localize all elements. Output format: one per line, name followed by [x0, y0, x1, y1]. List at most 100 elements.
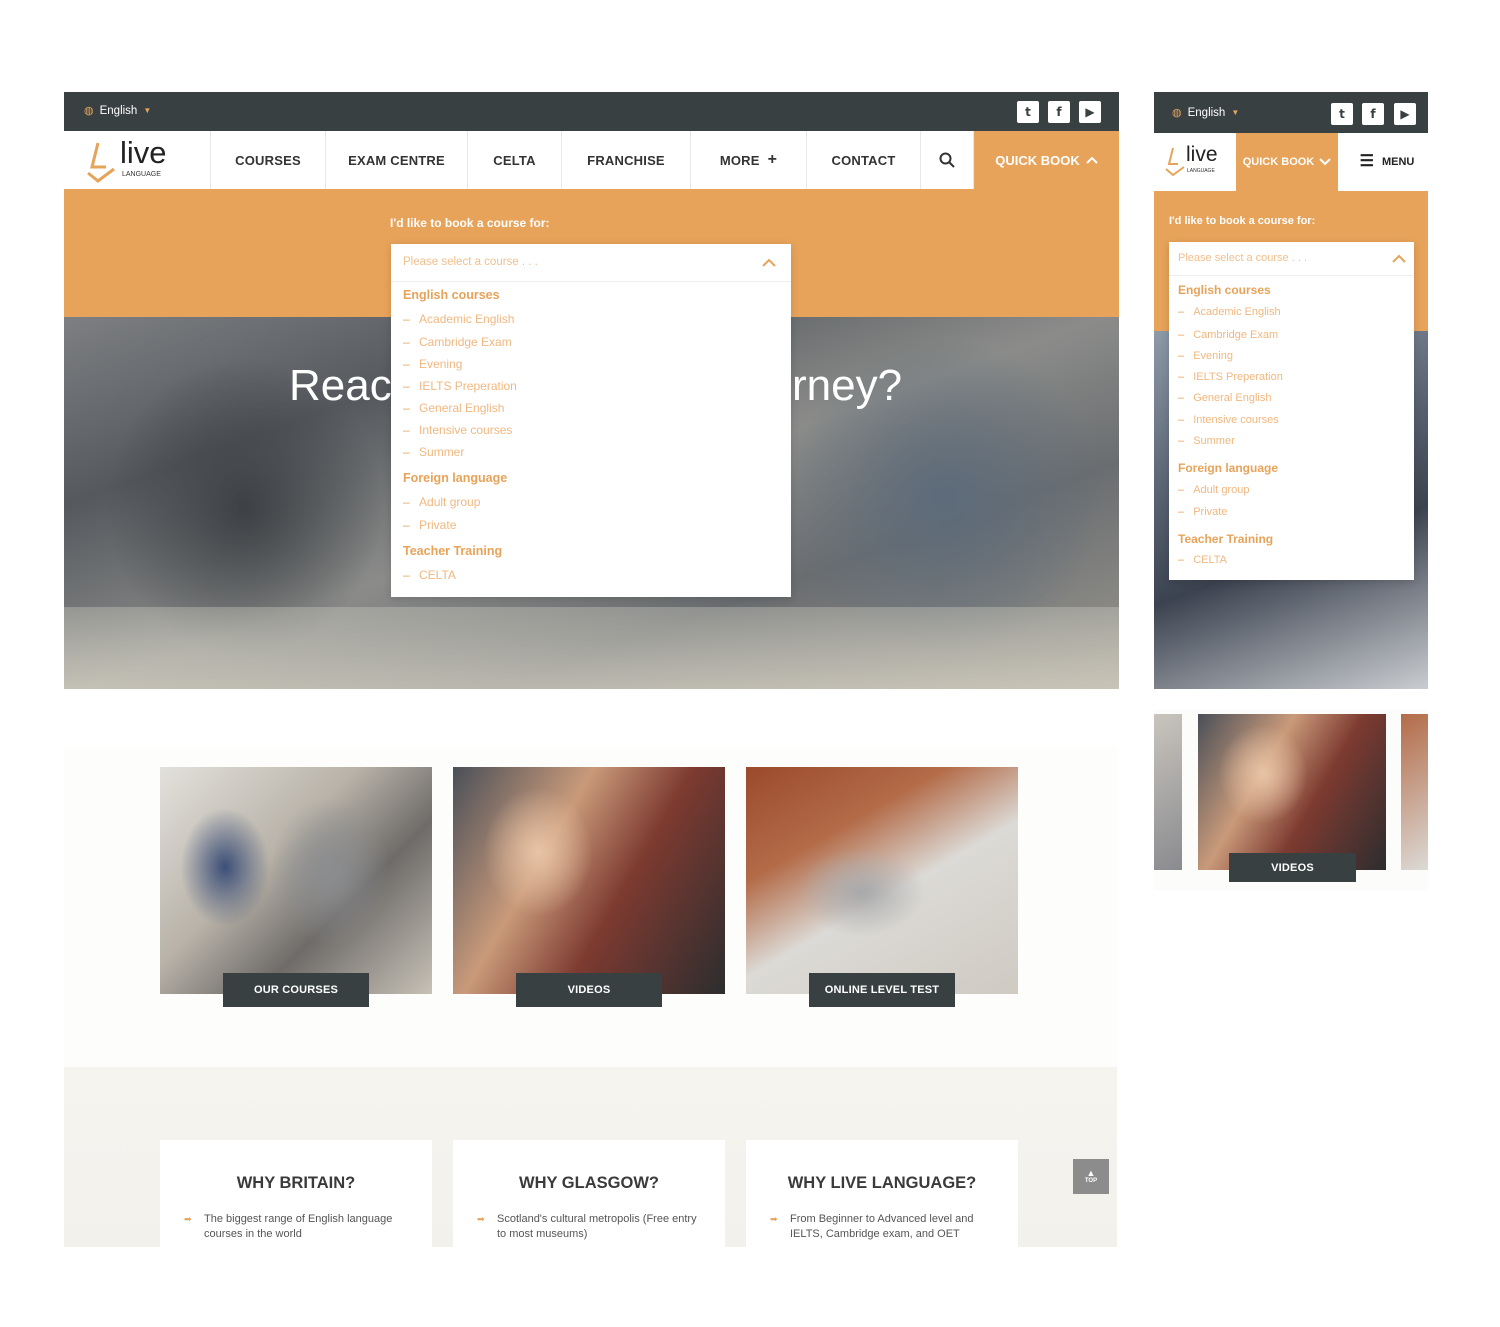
mobile-logo-word: live	[1186, 143, 1218, 166]
mobile-booking-prompt: I'd like to book a course for:	[1169, 215, 1316, 227]
mobile-tile-next[interactable]	[1401, 714, 1428, 870]
mobile-course-select-placeholder: Please select a course . . .	[1178, 252, 1308, 264]
mobile-language-selector[interactable]: ◍ English ▼	[1172, 106, 1240, 120]
nav-item-exam-centre[interactable]: EXAM CENTRE	[325, 131, 467, 189]
mobile-logo[interactable]: live LANGUAGE	[1164, 143, 1234, 181]
why-card-glasgow: WHY GLASGOW? Scotland's cultural metropo…	[453, 1140, 725, 1247]
nav-item-celta[interactable]: CELTA	[467, 131, 561, 189]
mobile-nav: live LANGUAGE QUICK BOOK ☰ MENU	[1154, 133, 1428, 191]
logo-mark-icon	[1165, 147, 1185, 177]
group-english-courses: English courses	[403, 288, 500, 302]
language-label: English	[99, 104, 138, 117]
option-private[interactable]: Private	[403, 518, 456, 532]
nav-item-franchise[interactable]: FRANCHISE	[561, 131, 690, 189]
youtube-icon[interactable]: ▶	[1394, 103, 1416, 125]
tiles-section: OUR COURSES VIDEOS ONLINE LEVEL TEST	[64, 747, 1117, 1067]
mobile-tiles-carousel: VIDEOS	[1154, 710, 1428, 890]
mobile-menu-button[interactable]: ☰ MENU	[1346, 133, 1428, 191]
videos-button[interactable]: VIDEOS	[516, 973, 662, 1007]
option-ielts-preperation[interactable]: IELTS Preperation	[403, 379, 517, 393]
caret-down-icon: ▼	[1231, 108, 1240, 117]
option-intensive-courses[interactable]: Intensive courses	[403, 423, 512, 437]
logo-sub: LANGUAGE	[122, 171, 161, 178]
mobile-option-intensive-courses[interactable]: Intensive courses	[1178, 414, 1279, 426]
hero-heading-right: rney?	[792, 361, 903, 410]
mobile-option-summer[interactable]: Summer	[1178, 435, 1235, 447]
mobile-option-adult-group[interactable]: Adult group	[1178, 484, 1249, 496]
search-button[interactable]	[920, 131, 974, 189]
quick-book-button[interactable]: QUICK BOOK	[974, 131, 1119, 189]
back-to-top-button[interactable]: ▲ TOP	[1073, 1159, 1109, 1194]
arrow-up-icon: ▲	[1086, 1168, 1096, 1178]
mobile-tile-videos[interactable]	[1198, 714, 1386, 870]
mobile-view: ◍ English ▼ t f ▶ live LANGUAGE QUICK BO…	[1154, 92, 1428, 892]
option-adult-group[interactable]: Adult group	[403, 495, 480, 509]
mobile-quick-book-button[interactable]: QUICK BOOK	[1236, 133, 1338, 191]
caret-down-icon: ▼	[143, 106, 152, 115]
course-select-placeholder: Please select a course . . .	[403, 256, 538, 268]
option-academic-english[interactable]: Academic English	[403, 312, 514, 326]
booking-prompt: I'd like to book a course for:	[390, 216, 550, 230]
mobile-language-label: English	[1187, 106, 1226, 119]
option-summer[interactable]: Summer	[403, 445, 464, 459]
chevron-up-icon	[1086, 156, 1098, 164]
mobile-option-ielts-preperation[interactable]: IELTS Preperation	[1178, 371, 1283, 383]
desktop-view: ◍ English ▼ t f ▶ live LANGUAGE COURSES …	[64, 92, 1119, 1247]
option-celta[interactable]: CELTA	[403, 568, 456, 582]
why-title-glasgow: WHY GLASGOW?	[519, 1174, 659, 1192]
mobile-tile-prev[interactable]	[1154, 714, 1182, 870]
group-foreign-language: Foreign language	[403, 471, 508, 485]
mobile-videos-button[interactable]: VIDEOS	[1229, 853, 1356, 882]
nav-item-courses[interactable]: COURSES	[210, 131, 325, 189]
menu-icon: ☰	[1359, 153, 1374, 170]
why-card-britain: WHY BRITAIN? The biggest range of Englis…	[160, 1140, 432, 1247]
main-nav: live LANGUAGE COURSES EXAM CENTRE CELTA …	[64, 131, 1119, 189]
chevron-up-icon	[1392, 254, 1406, 263]
why-text-live-language: From Beginner to Advanced level and IELT…	[770, 1212, 990, 1242]
why-section: WHY BRITAIN? The biggest range of Englis…	[64, 1067, 1117, 1247]
nav-item-contact[interactable]: CONTACT	[806, 131, 920, 189]
hero-heading-left: Reac	[289, 361, 392, 410]
option-cambridge-exam[interactable]: Cambridge Exam	[403, 335, 512, 349]
globe-icon: ◍	[1172, 107, 1182, 119]
top-bar: ◍ English ▼ t f ▶	[64, 92, 1119, 131]
mobile-option-celta[interactable]: CELTA	[1178, 554, 1227, 566]
online-level-test-button[interactable]: ONLINE LEVEL TEST	[809, 973, 955, 1007]
search-icon	[939, 152, 955, 168]
facebook-icon[interactable]: f	[1048, 101, 1070, 123]
twitter-icon[interactable]: t	[1331, 103, 1353, 125]
tile-our-courses[interactable]	[160, 767, 432, 994]
mobile-option-cambridge-exam[interactable]: Cambridge Exam	[1178, 329, 1278, 341]
mobile-group-foreign-language: Foreign language	[1178, 461, 1279, 475]
mobile-course-dropdown[interactable]: Please select a course . . . English cou…	[1169, 242, 1414, 580]
mobile-option-general-english[interactable]: General English	[1178, 392, 1271, 404]
tile-online-level-test[interactable]	[746, 767, 1018, 994]
our-courses-button[interactable]: OUR COURSES	[223, 973, 369, 1007]
facebook-icon[interactable]: f	[1362, 103, 1384, 125]
tile-videos[interactable]	[453, 767, 725, 994]
option-evening[interactable]: Evening	[403, 357, 462, 371]
why-title-live-language: WHY LIVE LANGUAGE?	[787, 1174, 977, 1192]
course-dropdown[interactable]: Please select a course . . . English cou…	[391, 244, 791, 597]
why-title-britain: WHY BRITAIN?	[236, 1174, 356, 1192]
twitter-icon[interactable]: t	[1017, 101, 1039, 123]
why-card-live-language: WHY LIVE LANGUAGE? From Beginner to Adva…	[746, 1140, 1018, 1247]
course-select-input[interactable]: Please select a course . . .	[391, 244, 791, 282]
youtube-icon[interactable]: ▶	[1079, 101, 1101, 123]
group-teacher-training: Teacher Training	[403, 544, 503, 558]
mobile-quick-book-label: QUICK BOOK	[1242, 156, 1315, 168]
logo-word: live	[120, 135, 167, 170]
mobile-option-evening[interactable]: Evening	[1178, 350, 1233, 362]
globe-icon: ◍	[84, 105, 94, 117]
logo[interactable]: live LANGUAGE	[84, 135, 194, 183]
mobile-menu-label: MENU	[1381, 156, 1415, 168]
why-text-glasgow: Scotland's cultural metropolis (Free ent…	[477, 1212, 707, 1242]
plus-icon: +	[767, 151, 778, 168]
chevron-up-icon	[762, 258, 776, 267]
mobile-course-select-input[interactable]: Please select a course . . .	[1169, 242, 1414, 276]
mobile-option-academic-english[interactable]: Academic English	[1178, 306, 1280, 318]
mobile-option-private[interactable]: Private	[1178, 506, 1227, 518]
nav-item-more[interactable]: MORE +	[690, 131, 806, 189]
language-selector[interactable]: ◍ English ▼	[84, 104, 152, 118]
option-general-english[interactable]: General English	[403, 401, 504, 415]
